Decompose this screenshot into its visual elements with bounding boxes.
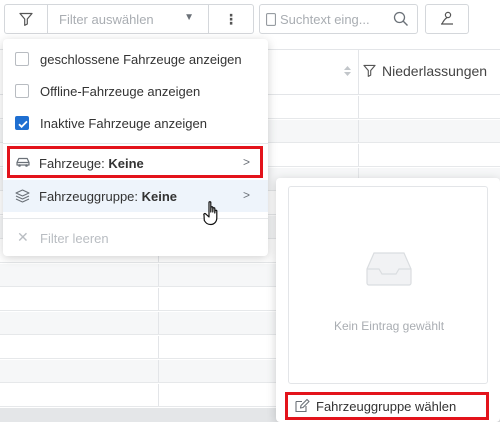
column-separator bbox=[358, 50, 359, 94]
checkbox-label: Offline-Fahrzeuge anzeigen bbox=[40, 83, 201, 99]
checkbox[interactable] bbox=[15, 52, 29, 66]
more-options-button[interactable]: ⋮ bbox=[208, 4, 254, 34]
menu-item-vehicle-group-label: Fahrzeuggruppe: bbox=[39, 188, 142, 204]
empty-inbox-icon bbox=[366, 252, 412, 286]
reset-view-button[interactable] bbox=[425, 4, 469, 34]
filter-select[interactable]: Filter auswählen ▼ bbox=[47, 4, 209, 34]
reset-icon bbox=[441, 11, 453, 25]
filter-select-placeholder: Filter auswählen bbox=[59, 11, 154, 27]
column-separator bbox=[358, 120, 359, 142]
highlight-box bbox=[285, 392, 489, 420]
document-icon bbox=[266, 13, 276, 26]
clear-filter-item[interactable]: ✕ Filter leeren bbox=[3, 222, 268, 254]
toolbar: Filter auswählen ▼ ⋮ Suchtext eing... bbox=[0, 0, 500, 40]
column-separator bbox=[158, 264, 159, 286]
menu-divider bbox=[3, 143, 268, 144]
column-separator bbox=[158, 360, 159, 382]
filter-button[interactable] bbox=[4, 4, 48, 34]
column-separator bbox=[358, 144, 359, 166]
clear-filter-label: Filter leeren bbox=[40, 230, 109, 246]
more-icon: ⋮ bbox=[224, 10, 238, 27]
check-icon bbox=[18, 120, 28, 129]
menu-divider bbox=[3, 218, 268, 219]
layers-icon bbox=[15, 189, 30, 203]
column-separator bbox=[358, 96, 359, 118]
checkbox-label: Inaktive Fahrzeuge anzeigen bbox=[40, 115, 207, 131]
selection-list: Kein Eintrag gewählt bbox=[288, 186, 488, 384]
menu-item-vehicle-group-value: Keine bbox=[141, 188, 178, 204]
chevron-down-icon: ▼ bbox=[184, 12, 194, 23]
highlight-box bbox=[7, 146, 263, 178]
column-header-branches[interactable]: Niederlassungen bbox=[382, 63, 487, 79]
menu-item-vehicle-group[interactable]: Fahrzeuggruppe: Keine > bbox=[3, 180, 268, 212]
hand-cursor-icon bbox=[203, 201, 218, 226]
filter-icon bbox=[19, 12, 33, 26]
column-separator bbox=[158, 312, 159, 334]
search-input[interactable]: Suchtext eing... bbox=[280, 12, 370, 27]
checkbox-inactive-vehicles[interactable]: Inaktive Fahrzeuge anzeigen bbox=[3, 107, 268, 139]
checkbox-closed-vehicles[interactable]: geschlossene Fahrzeuge anzeigen bbox=[3, 43, 268, 75]
sort-icon[interactable] bbox=[343, 65, 352, 77]
empty-state-text: Kein Eintrag gewählt bbox=[333, 319, 445, 333]
vehicle-group-panel: Kein Eintrag gewählt Fahrzeuggruppe wähl… bbox=[276, 178, 500, 422]
chevron-right-icon: > bbox=[242, 188, 250, 202]
checkbox-checked[interactable] bbox=[15, 116, 29, 130]
column-filter-icon[interactable] bbox=[363, 64, 376, 77]
checkbox-offline-vehicles[interactable]: Offline-Fahrzeuge anzeigen bbox=[3, 75, 268, 107]
checkbox-label: geschlossene Fahrzeuge anzeigen bbox=[40, 51, 242, 67]
column-separator bbox=[158, 384, 159, 406]
search-icon[interactable] bbox=[393, 11, 409, 27]
search-field[interactable]: Suchtext eing... bbox=[259, 4, 418, 34]
column-separator bbox=[158, 336, 159, 358]
checkbox[interactable] bbox=[15, 84, 29, 98]
close-icon: ✕ bbox=[17, 229, 29, 245]
column-separator bbox=[158, 288, 159, 310]
